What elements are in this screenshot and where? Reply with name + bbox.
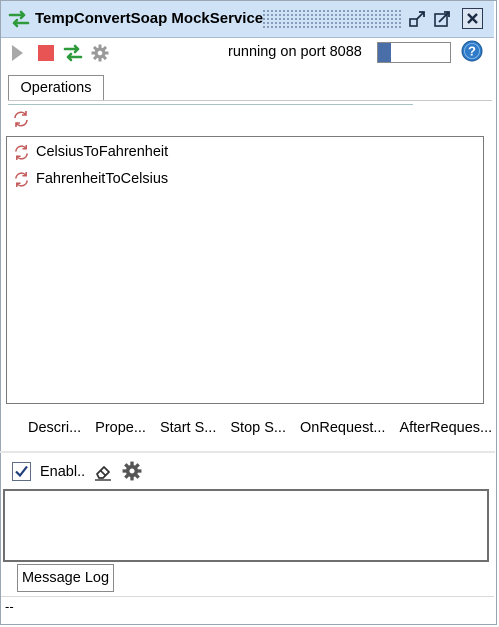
- operations-toolbar-line: [8, 104, 413, 105]
- svg-text:?: ?: [468, 44, 476, 59]
- play-icon: [12, 45, 23, 61]
- script-options-button[interactable]: [122, 461, 142, 481]
- close-button[interactable]: [462, 8, 483, 29]
- operation-name: CelsiusToFahrenheit: [36, 144, 169, 160]
- window-title: TempConvertSoap MockService: [35, 10, 264, 27]
- options-button[interactable]: [89, 42, 111, 64]
- tab-afterrequest-script[interactable]: AfterReques...: [399, 420, 492, 440]
- mockservice-icon: [8, 9, 30, 29]
- gear-icon: [91, 44, 109, 62]
- service-status-text: running on port 8088: [228, 44, 362, 60]
- status-progress-bar: [377, 42, 451, 63]
- maximize-icon: [434, 11, 450, 27]
- bottom-tab-strip: Descri... Prope... Start S... Stop S... …: [28, 420, 492, 440]
- close-icon: [467, 13, 478, 24]
- operation-icon: [14, 111, 28, 127]
- operations-list[interactable]: CelsiusToFahrenheit FahrenheitToCelsius: [6, 136, 484, 404]
- tab-properties[interactable]: Prope...: [95, 420, 146, 440]
- maximize-button[interactable]: [431, 8, 453, 30]
- list-item-celsius-to-fahrenheit[interactable]: CelsiusToFahrenheit: [13, 141, 168, 163]
- clear-button[interactable]: [93, 462, 113, 482]
- stop-icon: [38, 45, 54, 61]
- add-operation-button[interactable]: [12, 110, 30, 128]
- help-button[interactable]: ?: [461, 40, 483, 62]
- run-button[interactable]: [6, 42, 28, 64]
- list-item-fahrenheit-to-celsius[interactable]: FahrenheitToCelsius: [13, 168, 168, 190]
- statusbar-separator: [1, 596, 494, 597]
- stop-button[interactable]: [35, 42, 57, 64]
- restart-button[interactable]: [62, 42, 84, 64]
- panel-divider[interactable]: [0, 451, 495, 453]
- tab-onrequest-script[interactable]: OnRequest...: [300, 420, 385, 440]
- enable-label: Enabl..: [40, 464, 86, 480]
- eraser-icon: [95, 466, 111, 481]
- help-icon: ?: [461, 40, 483, 62]
- operation-icon: [15, 171, 28, 187]
- operation-name: FahrenheitToCelsius: [36, 171, 169, 187]
- tab-operations[interactable]: Operations: [8, 75, 104, 100]
- undock-icon: [409, 11, 425, 27]
- tab-divider: [8, 100, 492, 101]
- title-drag-grip[interactable]: [262, 9, 402, 30]
- operation-icon: [15, 144, 28, 160]
- tab-message-log[interactable]: Message Log: [17, 564, 114, 592]
- tab-stop-script[interactable]: Stop S...: [230, 420, 286, 440]
- restart-arrows-icon: [63, 44, 83, 62]
- undock-button[interactable]: [406, 8, 428, 30]
- checkmark-icon: [15, 465, 28, 478]
- gear-icon: [122, 461, 142, 481]
- tab-description[interactable]: Descri...: [28, 420, 81, 440]
- script-editor[interactable]: [3, 489, 489, 562]
- enable-checkbox[interactable]: [12, 462, 31, 481]
- status-bar-text: --: [5, 599, 14, 614]
- tab-start-script[interactable]: Start S...: [160, 420, 216, 440]
- progress-fill: [378, 43, 391, 62]
